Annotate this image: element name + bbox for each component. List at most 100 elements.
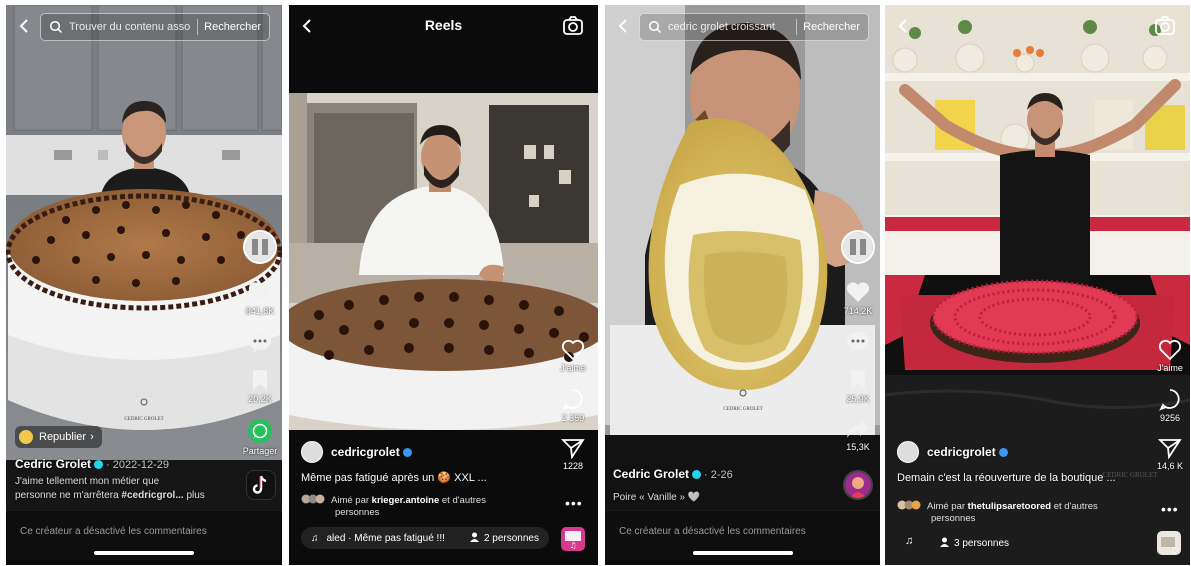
heart-icon — [846, 282, 870, 302]
like-button[interactable]: 714,2K — [843, 280, 873, 316]
share-button[interactable]: 15,3K — [846, 418, 870, 452]
creator-name[interactable]: Cedric Grolet — [15, 457, 91, 471]
repost-button[interactable]: Republier › — [15, 426, 102, 448]
liked-by-suffix: et d'autres — [1053, 501, 1098, 512]
audio-album-art[interactable]: ♫ — [561, 527, 585, 551]
heart-outline-icon — [1158, 339, 1182, 361]
back-arrow-icon[interactable] — [16, 17, 34, 35]
plate-watermark: CEDRIC GROLET — [723, 407, 762, 412]
chevron-right-icon: › — [90, 431, 94, 443]
post-date: · 2022-12-29 — [106, 459, 170, 471]
divider — [197, 19, 199, 35]
like-button[interactable]: J'aime — [1157, 339, 1183, 373]
creator-username[interactable]: cedricgrolet — [331, 445, 400, 459]
camera-icon[interactable] — [1154, 15, 1176, 37]
save-button[interactable]: 25,9K — [846, 368, 870, 404]
liked-by-summary: Aimé par thetulipsaretoored et d'autres … — [897, 500, 1098, 525]
share-button[interactable]: 14,6 K — [1157, 437, 1183, 471]
comments-disabled-text: Ce créateur a désactivé les commentaires — [619, 526, 806, 537]
share-button[interactable]: 1228 — [561, 437, 585, 471]
svg-text:♫: ♫ — [1170, 546, 1177, 555]
like-count: 841,8K — [245, 306, 275, 316]
liked-by-user[interactable]: krieger.antoine — [372, 495, 440, 506]
save-count: 25,9K — [846, 394, 870, 404]
like-label: J'aime — [560, 363, 586, 373]
more-options-icon[interactable]: ••• — [1161, 501, 1179, 517]
sound-disc[interactable] — [843, 470, 873, 500]
share-count: 1228 — [562, 461, 584, 471]
heart-outline-icon — [561, 339, 585, 361]
comment-button[interactable]: 9256 — [1158, 387, 1182, 423]
comment-icon — [249, 332, 271, 353]
liked-by-suffix: et d'autres — [441, 495, 486, 506]
post-date: · 2-26 — [704, 469, 733, 481]
search-input[interactable]: cedric grolet croissant — [668, 21, 790, 33]
share-count: 14,6 K — [1156, 461, 1184, 471]
tiktok-logo-icon[interactable] — [246, 470, 276, 500]
comment-button[interactable] — [845, 330, 871, 354]
hashtag-link[interactable]: #cedricgrol... — [121, 490, 183, 501]
comment-button[interactable] — [247, 330, 273, 354]
reel-caption: cedricgrolet Même pas fatigué après un 🍪… — [301, 441, 541, 485]
instagram-reel-panel: Reels J'aime 2 359 1228 cedricgrolet Mêm… — [289, 5, 598, 565]
search-button[interactable]: Rechercher — [204, 21, 269, 33]
liked-by-prefix: Aimé par — [927, 501, 966, 512]
creator-avatar[interactable] — [243, 230, 277, 264]
share-button[interactable]: Partager — [243, 418, 277, 456]
bookmark-icon — [253, 370, 267, 390]
creator-avatar[interactable] — [841, 230, 875, 264]
comment-count: 9256 — [1159, 413, 1181, 423]
liker-avatars — [897, 500, 921, 510]
more-link[interactable]: plus — [186, 490, 204, 501]
like-label: J'aime — [1157, 363, 1183, 373]
whatsapp-icon — [248, 419, 272, 443]
music-note-icon[interactable]: ♫ — [905, 535, 913, 547]
more-options-icon[interactable]: ••• — [565, 495, 583, 511]
tiktok-video-panel-3: CEDRIC GROLET cedric grolet croissant Re… — [605, 5, 880, 565]
like-button[interactable]: 841,8K — [245, 280, 275, 316]
like-button[interactable]: J'aime — [560, 339, 586, 373]
back-arrow-icon[interactable] — [615, 17, 633, 35]
creator-avatar[interactable] — [301, 441, 323, 463]
creator-username[interactable]: cedricgrolet — [927, 445, 996, 459]
creator-name[interactable]: Cedric Grolet — [613, 467, 689, 481]
share-arrow-icon — [847, 420, 869, 438]
search-bar[interactable]: cedric grolet croissant Rechercher — [639, 13, 869, 41]
reel-caption: cedricgrolet Demain c'est la réouverture… — [897, 441, 1137, 485]
liked-by-line-2: personnes — [931, 513, 976, 524]
tiktok-video-panel-1: CEDRIC GROLET Trouver du contenu asso...… — [6, 5, 282, 565]
liked-by-user[interactable]: thetulipsaretoored — [968, 501, 1051, 512]
tagged-people[interactable]: 3 personnes — [940, 537, 1009, 550]
audio-track-title: aled · Même pas fatigué !!! — [326, 532, 445, 544]
bookmark-icon — [851, 370, 865, 390]
liked-by-summary: Aimé par krieger.antoine et d'autres per… — [301, 494, 486, 519]
comment-button[interactable]: 2 359 — [561, 387, 585, 423]
search-icon — [49, 20, 63, 34]
comment-count: 2 359 — [561, 413, 585, 423]
home-indicator[interactable] — [692, 551, 793, 555]
search-bar[interactable]: Trouver du contenu asso... Rechercher — [40, 13, 270, 41]
camera-icon[interactable] — [562, 15, 584, 37]
audio-album-art[interactable]: ♫ — [1157, 531, 1181, 555]
search-input[interactable]: Trouver du contenu asso... — [69, 21, 191, 33]
instagram-reel-panel-4: CEDRIC GROLET J'aime 9256 14,6 K cedricg… — [885, 5, 1190, 565]
repost-coin-icon — [19, 430, 33, 444]
comment-outline-icon — [1159, 389, 1180, 411]
liked-by-line-2: personnes — [335, 507, 380, 518]
divider — [796, 19, 798, 35]
back-arrow-icon[interactable] — [895, 17, 913, 35]
heart-icon — [248, 282, 272, 302]
person-icon — [469, 532, 479, 545]
comments-disabled-bar: Ce créateur a désactivé les commentaires — [605, 510, 880, 560]
caption-text: Demain c'est la réouverture de la boutiq… — [897, 472, 1116, 484]
like-count: 714,2K — [843, 306, 873, 316]
search-button[interactable]: Rechercher — [803, 21, 868, 33]
save-button[interactable]: 20,2K — [248, 368, 272, 404]
home-indicator[interactable] — [94, 551, 194, 555]
tagged-people-count: 3 personnes — [954, 538, 1010, 549]
video-caption: Cedric Grolet · 2-26 Poire « Vanille » 🤍 — [613, 467, 833, 505]
creator-avatar[interactable] — [897, 441, 919, 463]
audio-track-bar[interactable]: ♫ aled · Même pas fatigué !!! 2 personne… — [301, 527, 549, 549]
send-icon — [561, 439, 585, 459]
share-count: 15,3K — [846, 442, 870, 452]
